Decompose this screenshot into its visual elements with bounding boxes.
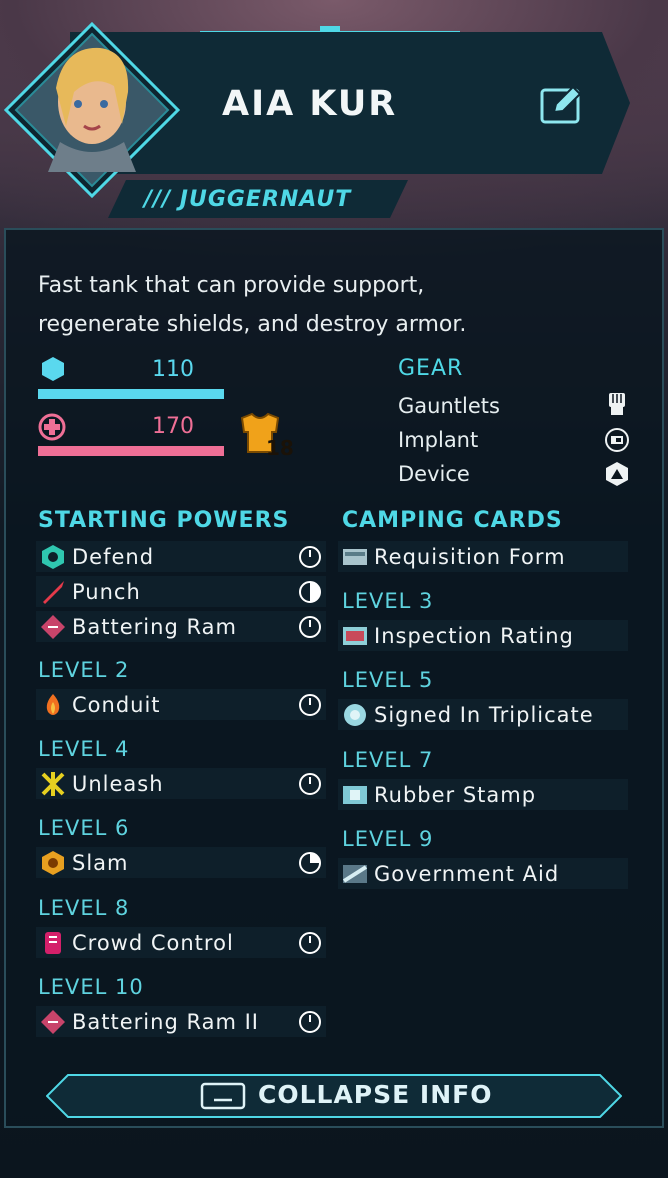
power-name: Battering Ram	[72, 614, 237, 639]
power-name: Battering Ram II	[72, 1009, 259, 1034]
level-label: LEVEL 5	[342, 668, 434, 692]
collapse-info-label: COLLAPSE INFO	[258, 1080, 493, 1109]
health-bar	[38, 446, 224, 456]
power-row-battering-ram-2[interactable]: Battering Ram II	[36, 1006, 326, 1037]
power-name: Defend	[72, 544, 155, 569]
level-label: LEVEL 7	[342, 748, 434, 772]
character-description: Fast tank that can provide support, rege…	[38, 266, 598, 344]
level-label: LEVEL 9	[342, 827, 434, 851]
portrait	[4, 22, 180, 198]
power-name: Crowd Control	[72, 930, 234, 955]
power-name: Punch	[72, 579, 141, 604]
card-row-government-aid[interactable]: Government Aid	[338, 858, 628, 889]
gear-item: Gauntlets	[398, 394, 500, 418]
card-name: Requisition Form	[374, 544, 566, 569]
health-value: 170	[152, 414, 194, 439]
card-name: Signed In Triplicate	[374, 702, 594, 727]
gear-item: Implant	[398, 428, 479, 452]
conduit-icon	[46, 693, 60, 715]
card-row-signed-in-triplicate[interactable]: Signed In Triplicate	[338, 699, 628, 730]
power-name: Conduit	[72, 692, 161, 717]
implant-icon	[605, 428, 629, 452]
card-row-requisition-form[interactable]: Requisition Form	[338, 541, 628, 572]
shield-icon	[42, 357, 64, 381]
shield-value: 110	[152, 357, 194, 382]
card-row-inspection-rating[interactable]: Inspection Rating	[338, 620, 628, 651]
shield-bar	[38, 389, 224, 399]
power-row-unleash[interactable]: Unleash	[36, 768, 326, 799]
clock-icon	[299, 772, 321, 795]
power-row-defend[interactable]: Defend	[36, 541, 326, 572]
defend-icon	[42, 544, 64, 569]
gear-item: Device	[398, 462, 470, 486]
card-icon	[343, 785, 367, 804]
level-label: LEVEL 3	[342, 589, 434, 613]
device-icon	[606, 462, 628, 486]
clock-icon	[299, 615, 321, 638]
description-line: regenerate shields, and destroy armor.	[38, 312, 467, 337]
slam-icon	[42, 850, 64, 875]
clock-icon	[299, 1010, 321, 1033]
edit-icon[interactable]	[540, 84, 584, 126]
power-row-battering-ram[interactable]: Battering Ram	[36, 611, 326, 642]
card-icon	[342, 864, 368, 883]
level-label: LEVEL 2	[38, 658, 130, 682]
unleash-icon	[41, 771, 65, 796]
character-name: AIA KUR	[222, 84, 398, 124]
power-row-crowd-control[interactable]: Crowd Control	[36, 927, 326, 958]
camping-cards-title: CAMPING CARDS	[342, 508, 563, 533]
power-row-conduit[interactable]: Conduit	[36, 689, 326, 720]
battering-ram-icon	[41, 1009, 65, 1034]
armor-value: 18	[266, 436, 294, 460]
power-name: Slam	[72, 850, 129, 875]
level-label: LEVEL 10	[38, 975, 144, 999]
card-name: Government Aid	[374, 861, 560, 886]
clock-icon	[299, 693, 321, 716]
description-line: Fast tank that can provide support,	[38, 273, 425, 298]
card-name: Rubber Stamp	[374, 782, 537, 807]
crowd-control-icon	[45, 931, 61, 954]
card-name: Inspection Rating	[374, 623, 574, 648]
power-row-punch[interactable]: Punch	[36, 576, 326, 607]
punch-icon	[43, 580, 64, 604]
card-icon	[343, 548, 367, 565]
power-row-slam[interactable]: Slam	[36, 847, 326, 878]
health-icon	[38, 413, 66, 441]
half-clock-icon	[299, 580, 321, 603]
battering-ram-icon	[41, 614, 65, 639]
level-label: LEVEL 6	[38, 816, 130, 840]
clock-icon	[299, 931, 321, 954]
gauntlets-icon	[609, 393, 625, 415]
gear-title: GEAR	[398, 356, 464, 381]
card-icon	[343, 626, 367, 645]
level-label: LEVEL 8	[38, 896, 130, 920]
clock-icon	[299, 545, 321, 568]
card-row-rubber-stamp[interactable]: Rubber Stamp	[338, 779, 628, 810]
power-name: Unleash	[72, 771, 164, 796]
level-label: LEVEL 4	[38, 737, 130, 761]
quarter-clock-icon	[299, 851, 321, 874]
starting-powers-title: STARTING POWERS	[38, 508, 290, 533]
card-icon	[344, 703, 366, 726]
